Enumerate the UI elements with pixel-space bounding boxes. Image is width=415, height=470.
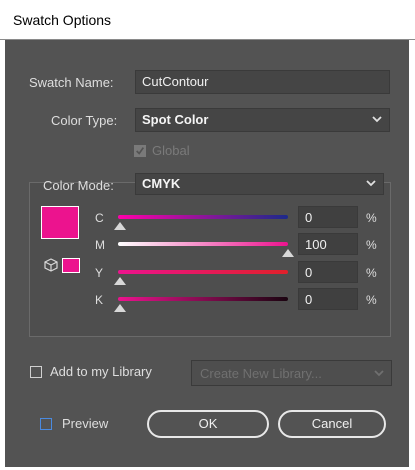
swatch-name-value: CutContour (142, 74, 209, 89)
channel-k-label: K (95, 293, 104, 307)
swatch-name-label: Swatch Name: (29, 75, 114, 90)
add-to-library-checkbox[interactable] (30, 366, 42, 378)
color-mode-label: Color Mode: (43, 178, 114, 193)
global-checkbox[interactable] (134, 145, 146, 157)
library-select[interactable]: Create New Library... (191, 360, 392, 386)
channel-c-value: 0 (305, 210, 313, 225)
channel-c-label: C (95, 211, 104, 225)
color-type-value: Spot Color (142, 112, 209, 127)
channel-k-input[interactable]: 0 (298, 288, 358, 310)
channel-y-input[interactable]: 0 (298, 261, 358, 283)
channel-y-slider[interactable] (118, 270, 288, 274)
ok-button[interactable]: OK (147, 410, 269, 438)
slider-thumb-icon[interactable] (114, 222, 126, 230)
dialog-titlebar: Swatch Options (0, 0, 415, 40)
add-to-library-label: Add to my Library (50, 364, 152, 379)
channel-y-value: 0 (305, 265, 313, 280)
channel-m-slider[interactable] (118, 242, 288, 246)
channel-k-value: 0 (305, 292, 313, 307)
cube-icon[interactable] (44, 258, 58, 272)
window-frame-right (409, 40, 415, 470)
library-select-value: Create New Library... (200, 366, 322, 381)
channel-m-input[interactable]: 100 (298, 233, 358, 255)
cancel-button[interactable]: Cancel (278, 410, 386, 438)
channel-c-slider[interactable] (118, 215, 288, 219)
color-mode-select[interactable]: CMYK (135, 173, 384, 195)
checkmark-icon (136, 147, 145, 155)
out-of-gamut-swatch[interactable] (62, 258, 80, 273)
channel-k-slider[interactable] (118, 297, 288, 301)
window-frame-left (0, 40, 5, 470)
channel-k-unit: % (366, 293, 377, 307)
global-label: Global (152, 143, 190, 158)
slider-thumb-icon[interactable] (282, 249, 294, 257)
channel-c-unit: % (366, 211, 377, 225)
channel-c-input[interactable]: 0 (298, 206, 358, 228)
channel-m-label: M (95, 238, 105, 252)
color-type-select[interactable]: Spot Color (135, 108, 390, 132)
dialog-title: Swatch Options (13, 12, 112, 28)
chevron-down-icon (372, 116, 382, 123)
color-mode-value: CMYK (142, 176, 181, 191)
preview-checkbox[interactable] (40, 418, 52, 430)
preview-label: Preview (62, 416, 109, 431)
slider-thumb-icon[interactable] (114, 304, 126, 312)
slider-thumb-icon[interactable] (114, 277, 126, 285)
channel-m-unit: % (366, 238, 377, 252)
swatch-name-input[interactable]: CutContour (135, 70, 390, 94)
color-preview-swatch (41, 206, 79, 239)
color-type-label: Color Type: (51, 113, 118, 128)
channel-y-label: Y (95, 266, 104, 280)
channel-m-value: 100 (305, 237, 327, 252)
chevron-down-icon (374, 370, 384, 377)
channel-y-unit: % (366, 266, 377, 280)
chevron-down-icon (366, 180, 376, 187)
